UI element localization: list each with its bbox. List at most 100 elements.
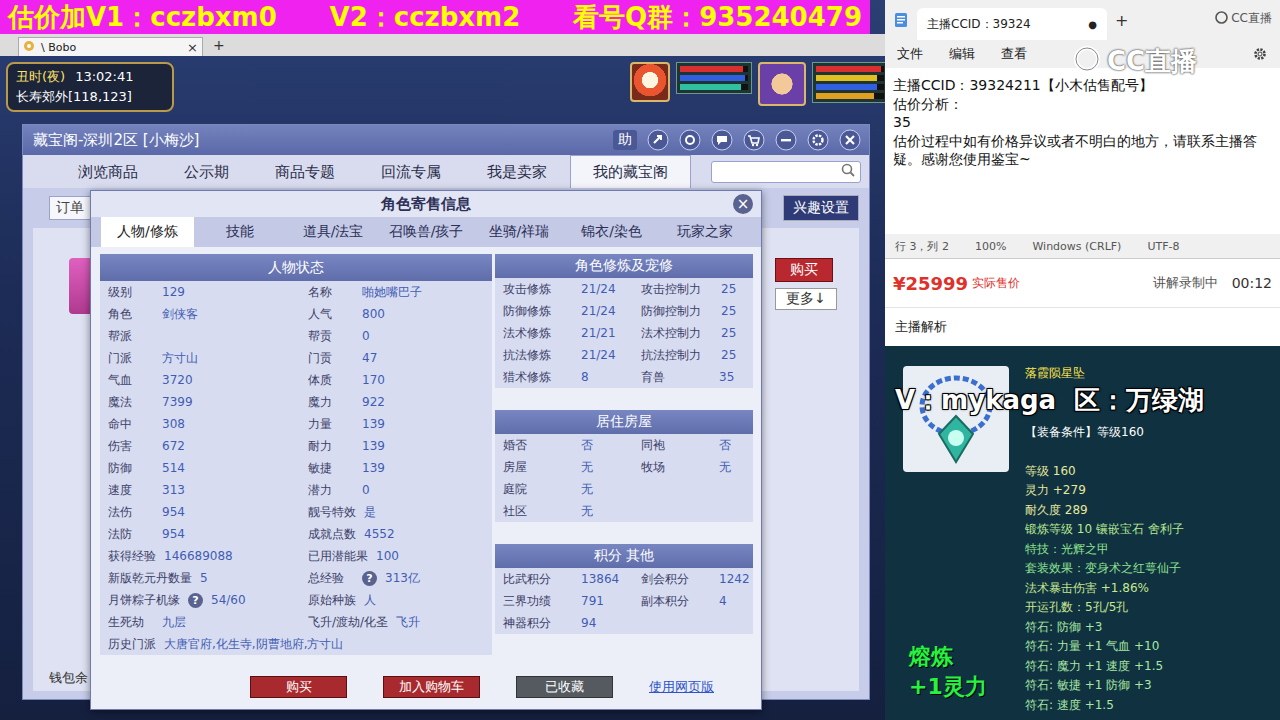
dialog-button[interactable]: 加入购物车 bbox=[383, 676, 480, 698]
stat-cell: 耐力139 bbox=[300, 435, 492, 457]
main-tab[interactable]: 回流专属 bbox=[358, 155, 464, 188]
dialog-button[interactable]: 购买 bbox=[250, 676, 347, 698]
dialog-button[interactable]: 使用网页版 bbox=[649, 676, 714, 698]
stat-cell: 成就点数4552 bbox=[300, 523, 492, 545]
buy-button[interactable]: 购买 bbox=[775, 258, 833, 282]
stat-cell: 级别129 bbox=[100, 281, 300, 303]
stat-label: 靓号特效 bbox=[308, 504, 356, 521]
share-icon[interactable] bbox=[647, 129, 669, 151]
player-portrait-icon[interactable] bbox=[758, 62, 806, 106]
chat-icon[interactable] bbox=[711, 129, 733, 151]
stat-label: 抗法修炼 bbox=[503, 347, 561, 364]
dialog-tab[interactable]: 道具/法宝 bbox=[287, 217, 380, 247]
stat-label: 庭院 bbox=[503, 481, 561, 498]
cc-logo-icon bbox=[1215, 11, 1228, 27]
text-line: 估价分析： bbox=[893, 95, 1272, 114]
spacer bbox=[1025, 442, 1280, 462]
stat-cell: 法防954 bbox=[100, 523, 300, 545]
stat-value: 3720 bbox=[162, 373, 193, 387]
help-button[interactable]: 助 bbox=[613, 130, 637, 150]
panel-header: 积分 其他 bbox=[495, 544, 753, 568]
help-icon[interactable]: ? bbox=[188, 593, 203, 608]
stat-cell: 社区无 bbox=[495, 500, 753, 522]
stat-value: 21/24 bbox=[581, 348, 616, 362]
dialog-tab[interactable]: 坐骑/祥瑞 bbox=[472, 217, 565, 247]
main-tab[interactable]: 浏览商品 bbox=[55, 155, 161, 188]
stat-label: 获得经验 bbox=[108, 548, 156, 565]
price-row: ¥25999实际售价讲解录制中00:12 bbox=[885, 259, 1280, 308]
dialog-tab[interactable]: 人物/修炼 bbox=[101, 217, 194, 247]
menu-item[interactable]: 编辑 bbox=[949, 45, 975, 63]
more-button[interactable]: 更多↓ bbox=[775, 288, 837, 310]
new-tab-button[interactable]: + bbox=[209, 37, 229, 53]
stat-cell: 伤害672 bbox=[100, 435, 300, 457]
stat-label: 法伤 bbox=[108, 504, 154, 521]
cart-icon[interactable] bbox=[743, 129, 765, 151]
status-item: Windows (CRLF) bbox=[1032, 240, 1121, 253]
pet-portrait-icon[interactable] bbox=[630, 62, 670, 102]
pendant-icon bbox=[903, 366, 1009, 472]
stat-value: 94 bbox=[581, 616, 596, 630]
stat-grid: 婚否否同袍否房屋无牧场无庭院无社区无 bbox=[495, 434, 753, 522]
new-tab-button[interactable]: + bbox=[1115, 11, 1128, 30]
tab-close-button[interactable]: × bbox=[187, 40, 198, 55]
bar-fill bbox=[680, 84, 741, 90]
promo-banner: 估价加V1：cczbxm0V2：cczbxm2看号Q群：935240479 bbox=[0, 0, 870, 34]
browser-tab-strip: \ Bobo× + bbox=[0, 34, 885, 56]
menu-item[interactable]: 查看 bbox=[1001, 45, 1027, 63]
minimize-icon[interactable] bbox=[775, 129, 797, 151]
search-field[interactable] bbox=[711, 161, 861, 183]
dialog-header: 角色寄售信息× bbox=[91, 191, 761, 217]
stat-cell: 气血3720 bbox=[100, 369, 300, 391]
dialog-tab[interactable]: 玩家之家 bbox=[658, 217, 751, 247]
record-icon[interactable] bbox=[679, 129, 701, 151]
menu-item[interactable]: 文件 bbox=[897, 45, 923, 63]
stat-label: 体质 bbox=[308, 372, 354, 389]
dialog-tab[interactable]: 技能 bbox=[194, 217, 287, 247]
help-icon[interactable]: ? bbox=[362, 571, 377, 586]
price-label: 实际售价 bbox=[972, 275, 1020, 292]
dialog-tab[interactable]: 召唤兽/孩子 bbox=[380, 217, 473, 247]
settings-icon[interactable] bbox=[807, 129, 829, 151]
dialog-tab[interactable]: 锦衣/染色 bbox=[565, 217, 658, 247]
stat-label: 门贡 bbox=[308, 350, 354, 367]
main-tab[interactable]: 商品专题 bbox=[252, 155, 358, 188]
dialog-tabs: 人物/修炼技能道具/法宝召唤兽/孩子坐骑/祥瑞锦衣/染色玩家之家 bbox=[91, 217, 761, 247]
stat-cell: 庭院无 bbox=[495, 478, 753, 500]
main-tab[interactable]: 公示期 bbox=[161, 155, 252, 188]
stat-value: 飞升 bbox=[396, 614, 420, 631]
stat-value: 方寸山 bbox=[162, 350, 198, 367]
stat-label: 同袍 bbox=[641, 437, 699, 454]
main-tab[interactable]: 我是卖家 bbox=[464, 155, 570, 188]
search-icon[interactable] bbox=[840, 162, 856, 182]
game-view: 估价加V1：cczbxm0V2：cczbxm2看号Q群：935240479\ B… bbox=[0, 0, 885, 720]
stat-label: 魔力 bbox=[308, 394, 354, 411]
stat-value: 47 bbox=[362, 351, 377, 365]
stat-label: 人气 bbox=[308, 306, 354, 323]
text-line: 估价过程中如有价格异议或者不明白的地方，请联系主播答疑。感谢您使用鉴宝~ bbox=[893, 132, 1272, 169]
notepad-menu: 文件 编辑 查看 bbox=[885, 40, 1280, 68]
interest-settings-button[interactable]: 兴趣设置 bbox=[783, 195, 859, 221]
stat-label: 飞升/渡劫/化圣 bbox=[308, 614, 388, 631]
stat-cell: 魔法7399 bbox=[100, 391, 300, 413]
dialog-button[interactable]: 已收藏 bbox=[516, 676, 613, 698]
item-attribute: 开运孔数：5孔/5孔 bbox=[1025, 598, 1280, 618]
browser-tab[interactable]: \ Bobo× bbox=[18, 37, 203, 56]
recording-timer: 00:12 bbox=[1232, 275, 1272, 291]
dialog-close-button[interactable]: × bbox=[733, 194, 753, 214]
main-tab[interactable]: 我的藏宝阁 bbox=[570, 155, 691, 188]
cc-logo-icon bbox=[1073, 45, 1101, 79]
stat-label: 原始种族 bbox=[308, 592, 356, 609]
notepad-tab[interactable]: 主播CCID：39324● bbox=[917, 8, 1107, 40]
status-item: 100% bbox=[975, 240, 1006, 253]
close-icon[interactable] bbox=[839, 129, 861, 151]
history-row: 历史门派大唐官府,化生寺,阴曹地府,方寸山 bbox=[100, 633, 492, 655]
panel-header: 人物状态 bbox=[100, 254, 492, 281]
gear-icon[interactable] bbox=[1252, 46, 1268, 62]
banner-text: 估价加V1：cczbxm0 bbox=[8, 0, 277, 35]
stat-cell: 副本积分4 bbox=[633, 590, 753, 612]
notepad-text-area[interactable]: 主播CCID：39324211【小木估售配号】估价分析：35估价过程中如有价格异… bbox=[885, 68, 1280, 234]
stat-value: 否 bbox=[719, 437, 731, 454]
stat-value: 是 bbox=[364, 504, 376, 521]
stat-label: 抗法控制力 bbox=[641, 347, 701, 364]
